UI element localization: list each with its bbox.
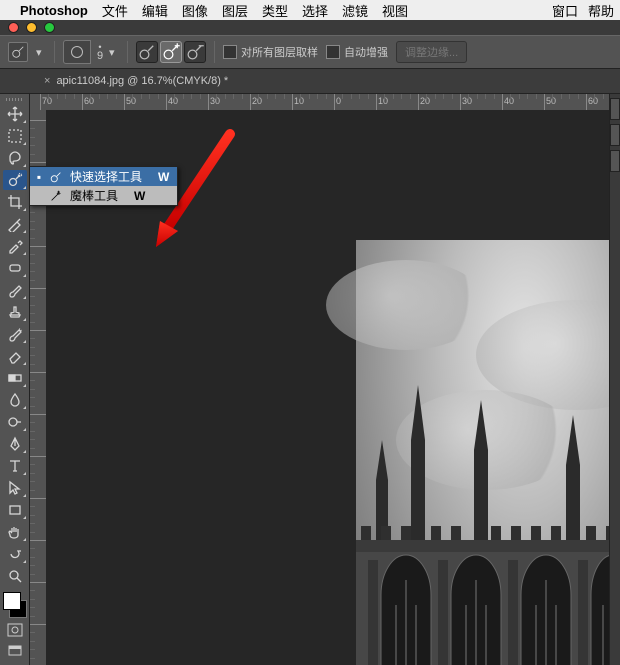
dodge-tool[interactable] [3, 412, 27, 432]
close-window-button[interactable] [8, 22, 19, 33]
sample-all-layers-checkbox[interactable]: 对所有图层取样 [223, 44, 318, 60]
ruler-label: 10 [294, 96, 304, 106]
type-tool[interactable] [3, 456, 27, 476]
ruler-label: 50 [546, 96, 556, 106]
zoom-tool[interactable] [3, 566, 27, 586]
ruler-label: 30 [462, 96, 472, 106]
chevron-down-icon[interactable]: ▾ [109, 46, 119, 59]
horizontal-ruler[interactable]: 70 60 50 40 30 20 10 0 10 20 30 40 50 60 [30, 94, 620, 111]
panel-dock[interactable] [609, 94, 620, 665]
spot-heal-tool[interactable] [3, 258, 27, 278]
panel-grip-icon[interactable] [5, 98, 25, 102]
subtract-from-selection-button[interactable] [184, 41, 206, 63]
eraser-tool[interactable] [3, 346, 27, 366]
clone-stamp-tool[interactable] [3, 302, 27, 322]
menu-layer[interactable]: 图层 [222, 1, 248, 20]
crop-tool[interactable] [3, 192, 27, 212]
ruler-label: 10 [378, 96, 388, 106]
flyout-item-quick-selection[interactable]: ▪ 快速选择工具 W [30, 167, 177, 186]
marquee-tool[interactable] [3, 126, 27, 146]
divider [127, 41, 128, 63]
workspace: 70 60 50 40 30 20 10 0 10 20 30 40 50 60 [0, 94, 620, 665]
menu-file[interactable]: 文件 [102, 1, 128, 20]
document-tab[interactable]: × apic11084.jpg @ 16.7%(CMYK/8) * [38, 75, 234, 87]
divider [214, 41, 215, 63]
collapsed-panel-icon[interactable] [610, 124, 620, 146]
auto-enhance-checkbox[interactable]: 自动增强 [326, 44, 388, 60]
ruler-label: 30 [210, 96, 220, 106]
ruler-label: 40 [168, 96, 178, 106]
flyout-item-magic-wand[interactable]: 魔棒工具 W [30, 186, 177, 205]
foreground-color-swatch[interactable] [3, 592, 21, 610]
hand-tool[interactable] [3, 522, 27, 542]
pen-tool[interactable] [3, 434, 27, 454]
brush-picker[interactable]: • 9 ▾ [63, 40, 119, 64]
ruler-label: 20 [252, 96, 262, 106]
quick-selection-icon [48, 170, 64, 184]
menu-window[interactable]: 窗口 [552, 1, 578, 20]
flyout-item-shortcut: W [158, 170, 169, 184]
mac-menubar: Photoshop 文件 编辑 图像 图层 类型 选择 滤镜 视图 窗口 帮助 [0, 0, 620, 20]
tool-preset-picker[interactable] [8, 42, 28, 62]
window-controls [0, 20, 620, 35]
close-tab-icon[interactable]: × [44, 75, 50, 87]
sample-all-label: 对所有图层取样 [241, 44, 318, 60]
selection-mode-group [136, 41, 206, 63]
menu-help[interactable]: 帮助 [588, 1, 614, 20]
document-image [356, 240, 620, 665]
brush-size-value: 9 [93, 52, 107, 61]
quick-selection-tool[interactable] [3, 170, 27, 190]
app-name[interactable]: Photoshop [20, 3, 88, 18]
color-swatches[interactable] [3, 592, 27, 618]
menu-select[interactable]: 选择 [302, 1, 328, 20]
menu-type[interactable]: 类型 [262, 1, 288, 20]
history-brush-tool[interactable] [3, 324, 27, 344]
ruler-label: 60 [84, 96, 94, 106]
ruler-label: 0 [336, 96, 341, 106]
flyout-item-label: 快速选择工具 [70, 168, 142, 185]
selected-indicator-icon: ▪ [36, 170, 42, 184]
flyout-item-shortcut: W [134, 189, 145, 203]
menu-image[interactable]: 图像 [182, 1, 208, 20]
tool-flyout-menu: ▪ 快速选择工具 W 魔棒工具 W [29, 166, 178, 206]
rotate-view-tool[interactable] [3, 544, 27, 564]
collapsed-panel-icon[interactable] [610, 150, 620, 172]
gradient-tool[interactable] [3, 368, 27, 388]
magic-wand-icon [48, 189, 64, 203]
eyedropper-tool[interactable] [3, 236, 27, 256]
menu-view[interactable]: 视图 [382, 1, 408, 20]
ruler-label: 20 [420, 96, 430, 106]
move-tool[interactable] [3, 104, 27, 124]
collapsed-panel-icon[interactable] [610, 98, 620, 120]
chevron-down-icon[interactable]: ▾ [36, 46, 46, 59]
menu-edit[interactable]: 编辑 [142, 1, 168, 20]
add-to-selection-button[interactable] [160, 41, 182, 63]
quick-mask-button[interactable] [5, 621, 25, 639]
auto-enhance-label: 自动增强 [344, 44, 388, 60]
path-selection-tool[interactable] [3, 478, 27, 498]
divider [54, 41, 55, 63]
minimize-window-button[interactable] [26, 22, 37, 33]
ruler-label: 40 [504, 96, 514, 106]
slice-tool[interactable] [3, 214, 27, 234]
document-tab-bar: × apic11084.jpg @ 16.7%(CMYK/8) * [0, 69, 620, 94]
options-bar: ▾ • 9 ▾ 对所有图层取样 自动增强 调整边缘... [0, 35, 620, 69]
blur-tool[interactable] [3, 390, 27, 410]
ruler-label: 60 [588, 96, 598, 106]
new-selection-button[interactable] [136, 41, 158, 63]
zoom-window-button[interactable] [44, 22, 55, 33]
document-title: apic11084.jpg @ 16.7%(CMYK/8) * [56, 75, 228, 87]
lasso-tool[interactable] [3, 148, 27, 168]
ruler-label: 50 [126, 96, 136, 106]
screen-mode-button[interactable] [5, 642, 25, 660]
rectangle-tool[interactable] [3, 500, 27, 520]
flyout-item-label: 魔棒工具 [70, 187, 118, 204]
refine-edge-button[interactable]: 调整边缘... [396, 41, 467, 63]
menu-filter[interactable]: 滤镜 [342, 1, 368, 20]
brush-tool[interactable] [3, 280, 27, 300]
ruler-label: 70 [42, 96, 52, 106]
tools-panel [0, 94, 30, 665]
